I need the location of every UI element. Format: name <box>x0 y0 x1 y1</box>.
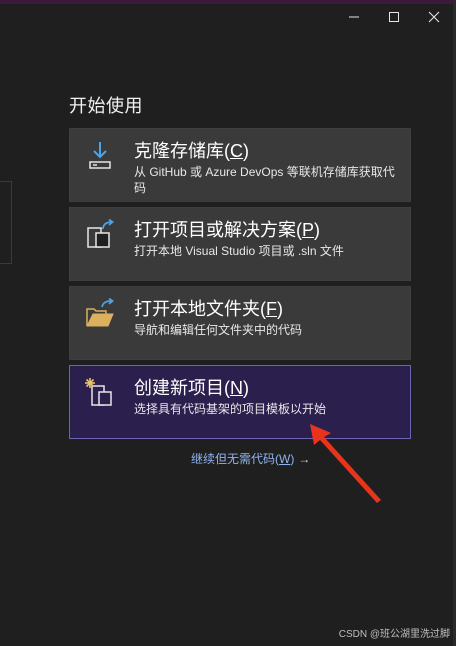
card-title: 打开项目或解决方案(P) <box>134 220 321 240</box>
continue-without-code-link[interactable]: 继续但无需代码(W) → <box>191 450 310 467</box>
close-icon <box>428 11 440 23</box>
background-panel-edge <box>0 181 12 264</box>
arrow-right-icon: → <box>298 452 311 466</box>
card-description: 导航和编辑任何文件夹中的代码 <box>134 323 303 337</box>
section-title: 开始使用 <box>69 96 143 116</box>
open-project-card[interactable]: 打开项目或解决方案(P) 打开本地 Visual Studio 项目或 .sln… <box>69 207 411 281</box>
card-title: 打开本地文件夹(F) <box>134 299 283 319</box>
maximize-icon <box>389 12 399 22</box>
close-button[interactable] <box>415 4 453 30</box>
card-description: 从 GitHub 或 Azure DevOps 等联机存储库获取代码 <box>134 165 395 195</box>
open-folder-icon <box>86 298 114 327</box>
clone-repository-card[interactable]: 克隆存储库(C) 从 GitHub 或 Azure DevOps 等联机存储库获… <box>69 128 411 202</box>
minimize-icon <box>349 16 359 18</box>
new-project-icon <box>85 378 112 406</box>
clone-download-icon <box>89 142 111 169</box>
watermark: CSDN @班公湖里洗过脚 <box>338 629 450 640</box>
open-folder-card[interactable]: 打开本地文件夹(F) 导航和编辑任何文件夹中的代码 <box>69 286 411 360</box>
card-title: 克隆存储库(C) <box>134 141 249 161</box>
card-description: 打开本地 Visual Studio 项目或 .sln 文件 <box>134 244 344 258</box>
maximize-button[interactable] <box>375 4 413 30</box>
card-title: 创建新项目(N) <box>134 378 249 398</box>
minimize-button[interactable] <box>335 4 373 30</box>
create-new-project-card[interactable]: 创建新项目(N) 选择具有代码基架的项目模板以开始 <box>69 365 411 439</box>
open-project-icon <box>87 219 114 248</box>
card-description: 选择具有代码基架的项目模板以开始 <box>134 402 327 416</box>
